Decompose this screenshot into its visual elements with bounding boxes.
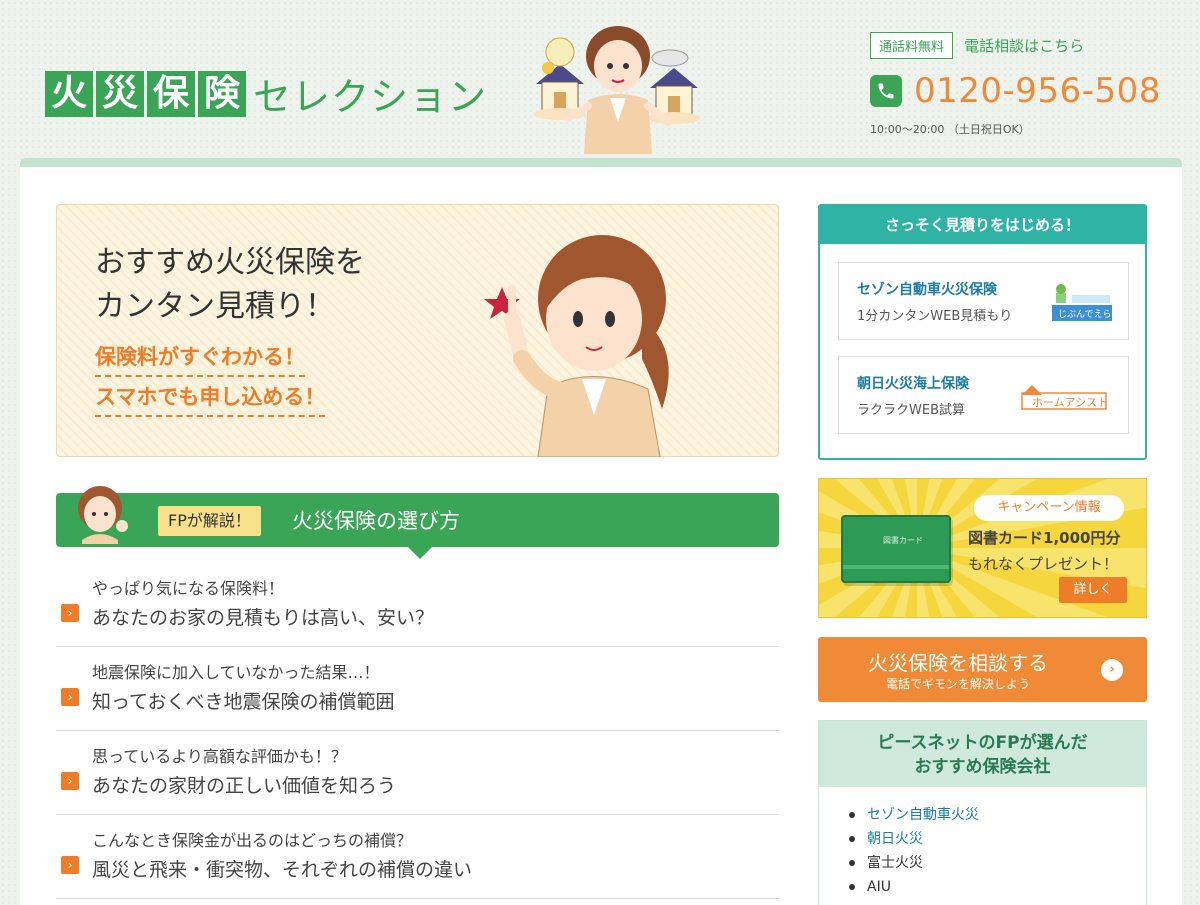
site-header: 火 災 保 険 セレクション 通話料無料 電話相談はこちら 0120-956-5… bbox=[0, 0, 1200, 160]
card-text: 図書カード bbox=[883, 536, 923, 545]
fp-avatar-icon bbox=[78, 486, 128, 544]
hero-title-line2: カンタン見積り！ bbox=[95, 289, 335, 324]
article-subtitle: 地震保険に加入していなかった結果…！ bbox=[92, 663, 380, 682]
chevron-right-icon: › bbox=[61, 772, 79, 790]
list-item: AIU bbox=[849, 875, 1146, 899]
article-subtitle: 思っているより高額な評価かも！？ bbox=[92, 747, 347, 766]
logo-char-1: 火 bbox=[45, 70, 93, 117]
article-item-1[interactable]: › やっぱり気になる保険料！ あなたのお家の見積もりは高い、安い？ bbox=[56, 563, 779, 647]
article-item-3[interactable]: › 思っているより高額な評価かも！？ あなたの家財の正しい価値を知ろう bbox=[56, 731, 779, 815]
home-assist-logo-text: ホームアシスト bbox=[1032, 396, 1108, 409]
article-subtitle: やっぱり気になる保険料！ bbox=[92, 579, 285, 598]
campaign-banner[interactable]: 図書カード キャンペーン情報 図書カード1,000円分 もれなくプレゼント！ 詳… bbox=[818, 478, 1147, 618]
consult-button-title: 火災保険を相談する bbox=[868, 651, 1048, 675]
quote-widget-title: さっそく見積りをはじめる！ bbox=[820, 206, 1145, 244]
insurer-name: セゾン自動車火災保険 bbox=[857, 282, 997, 298]
contact-block: 通話料無料 電話相談はこちら 0120-956-508 10:00〜20:00 … bbox=[870, 32, 1170, 137]
recommended-title-line2: おすすめ保険会社 bbox=[914, 757, 1051, 777]
article-title: あなたの家財の正しい価値を知ろう bbox=[92, 775, 397, 797]
insurer-link[interactable]: セゾン自動車火災 bbox=[867, 807, 979, 823]
fp-badge: FPが解説！ bbox=[158, 506, 261, 536]
insurer-desc: 1分カンタンWEB見積もり bbox=[857, 309, 1013, 324]
chevron-right-icon: › bbox=[61, 604, 79, 622]
quote-card-asahi[interactable]: 朝日火災海上保険 ラクラクWEB試算 ホームアシスト bbox=[838, 356, 1129, 434]
consult-button[interactable]: 火災保険を相談する 電話でギモンを解決しよう › bbox=[818, 637, 1147, 702]
fp-section-title: 火災保険の選び方 bbox=[292, 509, 460, 533]
consult-button-sub: 電話でギモンを解決しよう bbox=[885, 677, 1030, 691]
article-item-2[interactable]: › 地震保険に加入していなかった結果…！ 知っておくべき地震保険の補償範囲 bbox=[56, 647, 779, 731]
chevron-right-icon: › bbox=[61, 856, 79, 874]
insurer-desc: ラクラクWEB試算 bbox=[857, 403, 965, 418]
card-stripe bbox=[843, 565, 949, 569]
girl-pointing-illustration bbox=[484, 235, 669, 457]
logo-char-3: 保 bbox=[147, 70, 195, 117]
tosho-card-image: 図書カード bbox=[841, 515, 951, 583]
article-subtitle: こんなとき保険金が出るのはどっちの補償？ bbox=[92, 831, 413, 850]
mascot-illustration bbox=[534, 26, 700, 154]
article-item-4[interactable]: › こんなとき保険金が出るのはどっちの補償？ 風災と飛来・衝突物、それぞれの補償… bbox=[56, 815, 779, 899]
saison-logo-text: じぶんでえらべる火災保険 bbox=[1058, 308, 1114, 320]
article-title: あなたのお家の見積もりは高い、安い？ bbox=[92, 607, 435, 629]
phone-icon bbox=[870, 75, 902, 107]
recommended-title: ピースネットのFPが選んだ おすすめ保険会社 bbox=[819, 721, 1146, 787]
recommended-list: セゾン自動車火災 朝日火災 富士火災 AIU bbox=[819, 787, 1146, 899]
chevron-right-icon: › bbox=[61, 688, 79, 706]
campaign-line2: もれなくプレゼント！ bbox=[968, 555, 1119, 573]
quote-widget: さっそく見積りをはじめる！ セゾン自動車火災保険 1分カンタンWEB見積もり じ… bbox=[818, 204, 1147, 460]
logo-char-4: 険 bbox=[198, 70, 246, 117]
hero-banner[interactable]: おすすめ火災保険を カンタン見積り！ 保険料がすぐわかる！ スマホでも申し込める… bbox=[56, 204, 779, 457]
hero-title-line1: おすすめ火災保険を bbox=[95, 245, 365, 280]
list-item[interactable]: セゾン自動車火災 bbox=[849, 803, 1146, 827]
consult-text: 電話相談はこちら bbox=[964, 37, 1085, 55]
free-call-badge: 通話料無料 bbox=[870, 32, 954, 59]
phone-number-link[interactable]: 0120-956-508 bbox=[914, 71, 1161, 111]
logo-char-2: 災 bbox=[96, 70, 144, 117]
article-title: 風災と飛来・衝突物、それぞれの補償の違い bbox=[92, 859, 473, 881]
article-title: 知っておくべき地震保険の補償範囲 bbox=[92, 691, 395, 713]
campaign-detail-button[interactable]: 詳しく bbox=[1059, 577, 1127, 603]
business-hours: 10:00〜20:00 （土日祝日OK） bbox=[870, 123, 1030, 136]
campaign-label: キャンペーン情報 bbox=[974, 495, 1124, 521]
recommended-insurers: ピースネットのFPが選んだ おすすめ保険会社 セゾン自動車火災 朝日火災 富士火… bbox=[818, 720, 1147, 905]
insurer-name: AIU bbox=[867, 879, 891, 895]
home-assist-logo: ホームアシスト bbox=[1021, 385, 1108, 410]
hero-point-2: スマホでも申し込める！ bbox=[95, 381, 326, 417]
site-logo[interactable]: 火 災 保 険 セレクション bbox=[45, 66, 487, 121]
insurer-link[interactable]: 朝日火災 bbox=[867, 831, 923, 847]
recommended-title-line1: ピースネットのFPが選んだ bbox=[877, 733, 1088, 753]
logo-text: セレクション bbox=[253, 75, 488, 119]
insurer-name: 朝日火災海上保険 bbox=[857, 376, 969, 392]
insurer-name: 富士火災 bbox=[867, 855, 923, 871]
hero-point-1: 保険料がすぐわかる！ bbox=[95, 341, 305, 377]
list-item[interactable]: 朝日火災 bbox=[849, 827, 1146, 851]
list-item: 富士火災 bbox=[849, 851, 1146, 875]
hero-title: おすすめ火災保険を カンタン見積り！ bbox=[95, 241, 365, 329]
campaign-line1: 図書カード1,000円分 bbox=[968, 529, 1121, 547]
quote-card-saison[interactable]: セゾン自動車火災保険 1分カンタンWEB見積もり じぶんでえらべる火災保険 bbox=[838, 262, 1129, 340]
saison-logo: じぶんでえらべる火災保険 bbox=[1052, 284, 1114, 321]
chevron-circle-right-icon: › bbox=[1101, 659, 1123, 681]
